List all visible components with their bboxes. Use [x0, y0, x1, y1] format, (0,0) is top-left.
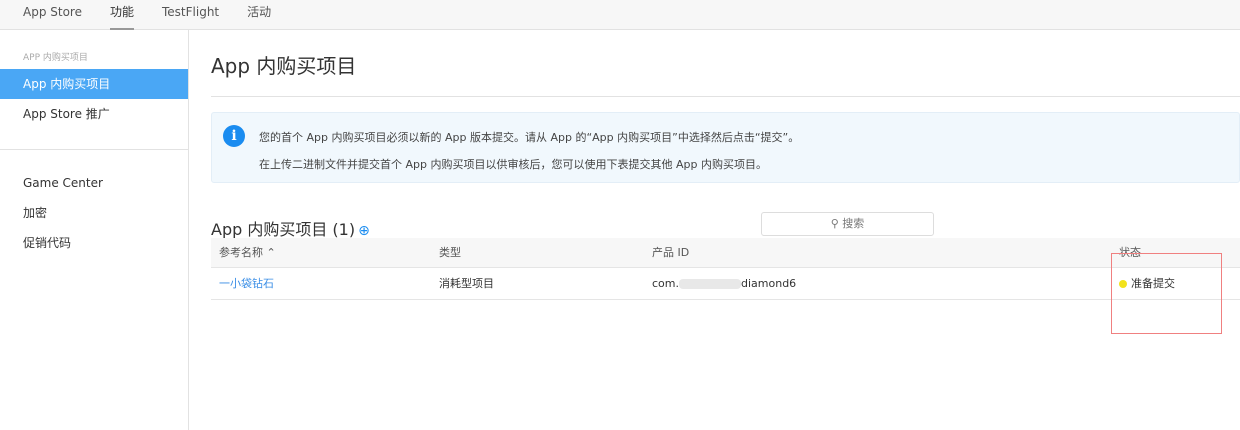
column-reference-name[interactable]: 参考名称 ⌃	[211, 238, 431, 268]
info-line-2: 在上传二进制文件并提交首个 App 内购买项目以供审核后，您可以使用下表提交其他…	[259, 158, 767, 171]
table-header: 参考名称 ⌃ 类型 产品 ID 状态	[211, 238, 1240, 268]
top-nav: App Store 功能 TestFlight 活动	[0, 0, 1240, 30]
search-placeholder: 搜索	[842, 217, 865, 230]
page-title: App 内购买项目	[211, 54, 357, 78]
sidebar-item-promotion[interactable]: App Store 推广	[0, 99, 188, 129]
info-banner: i 您的首个 App 内购买项目必须以新的 App 版本提交。请从 App 的“…	[211, 112, 1240, 183]
sidebar-item-iap[interactable]: App 内购买项目	[0, 69, 188, 99]
section-title: App 内购买项目 (1) ⊕	[211, 216, 370, 240]
sidebar-item-encryption[interactable]: 加密	[0, 198, 188, 228]
item-type: 消耗型项目	[431, 267, 644, 300]
product-id-suffix: diamond6	[741, 276, 797, 290]
column-type: 类型	[431, 238, 644, 268]
tab-features[interactable]: 功能	[109, 0, 135, 30]
sidebar: APP 内购买项目 App 内购买项目 App Store 推广 Game Ce…	[0, 30, 189, 430]
sidebar-item-game-center[interactable]: Game Center	[0, 168, 188, 198]
info-line-1: 您的首个 App 内购买项目必须以新的 App 版本提交。请从 App 的“Ap…	[259, 131, 800, 144]
info-icon: i	[223, 125, 245, 147]
column-product-id: 产品 ID	[644, 238, 1111, 268]
highlight-box	[1111, 253, 1222, 334]
tab-app-store[interactable]: App Store	[23, 0, 82, 30]
add-icon[interactable]: ⊕	[358, 223, 370, 239]
section-title-text: App 内购买项目 (1)	[211, 220, 356, 239]
item-name-link[interactable]: 一小袋钻石	[219, 277, 274, 290]
search-input[interactable]: ⚲ 搜索	[761, 212, 934, 236]
sidebar-section-title: APP 内购买项目	[23, 53, 88, 63]
table-row[interactable]: 一小袋钻石 消耗型项目 com. diamond6 准备提交	[211, 267, 1240, 300]
item-product-id: com. diamond6	[644, 267, 1111, 300]
iap-table: 参考名称 ⌃ 类型 产品 ID 状态 一小袋钻石 消耗型项目 com. diamo…	[211, 238, 1240, 300]
divider	[0, 149, 188, 150]
redacted-blur	[679, 278, 741, 289]
sidebar-item-promo-codes[interactable]: 促销代码	[0, 228, 188, 258]
search-icon: ⚲	[830, 217, 839, 230]
tab-activity[interactable]: 活动	[247, 0, 271, 30]
product-id-prefix: com.	[652, 276, 679, 290]
iap-section: App 内购买项目 (1) ⊕ ⚲ 搜索 参考名称 ⌃ 类型 产品 ID 状态 一…	[211, 208, 1240, 300]
main-content: App 内购买项目 i 您的首个 App 内购买项目必须以新的 App 版本提交…	[211, 30, 1240, 300]
divider	[211, 96, 1240, 97]
tab-testflight[interactable]: TestFlight	[162, 0, 219, 30]
